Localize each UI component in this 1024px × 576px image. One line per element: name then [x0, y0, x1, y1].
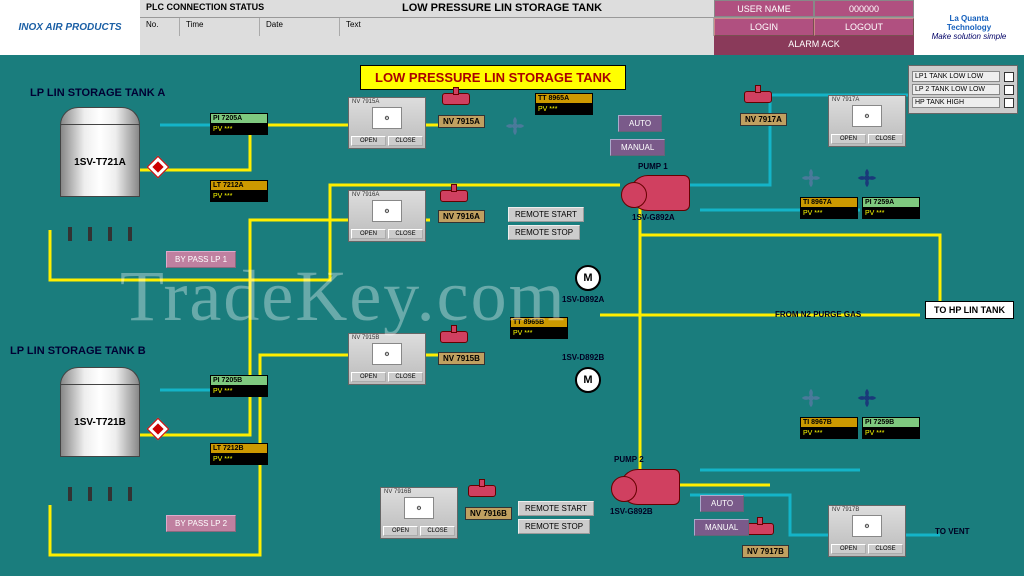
alarm-ack-button[interactable]: ALARM ACK — [714, 36, 914, 55]
bypass-lp1[interactable]: BY PASS LP 1 — [166, 251, 236, 268]
fan-icon-5 — [856, 387, 878, 409]
valve-panel-7917a: NV 7917A⚙ OPENCLOSE — [828, 95, 906, 147]
valve-icon: ⚙ — [372, 107, 402, 129]
alarm-lp2-checkbox[interactable] — [1004, 85, 1014, 95]
pv-pi7205b: PI 7205BPV *** — [210, 375, 268, 397]
alarm-hp-checkbox[interactable] — [1004, 98, 1014, 108]
open-button[interactable]: OPEN — [351, 372, 386, 382]
alarm-hp: HP TANK HIGH — [912, 97, 1000, 108]
nv-7915b: NV 7915B — [438, 352, 485, 365]
pump2-label: PUMP 2 — [614, 455, 644, 464]
plc-status-label: PLC CONNECTION STATUS — [140, 0, 290, 17]
pump-2 — [620, 469, 680, 505]
col-text: Text — [340, 18, 714, 36]
close-button[interactable]: CLOSE — [868, 134, 903, 144]
fan-icon-4 — [800, 387, 822, 409]
close-button[interactable]: CLOSE — [868, 544, 903, 554]
open-button[interactable]: OPEN — [383, 526, 418, 536]
logo-inox: INOX AIR PRODUCTS — [0, 0, 140, 55]
user-name-label: USER NAME — [714, 0, 814, 17]
motor-1: M — [575, 265, 601, 291]
auto-button-1[interactable]: AUTO — [618, 115, 662, 132]
g892b-label: 1SV-G892B — [610, 507, 653, 516]
pump1-label: PUMP 1 — [638, 162, 668, 171]
manual-button-1[interactable]: MANUAL — [610, 139, 665, 156]
alarm-diamond-b — [147, 418, 170, 441]
valve-panel-7915a: NV 7915A⚙ OPENCLOSE — [348, 97, 426, 149]
g892a-label: 1SV-G892A — [632, 213, 675, 222]
bypass-lp2[interactable]: BY PASS LP 2 — [166, 515, 236, 532]
pv-tt8965b: TT 8965BPV *** — [510, 317, 568, 339]
fan-icon-3 — [856, 167, 878, 189]
col-time: Time — [180, 18, 260, 36]
open-button[interactable]: OPEN — [831, 544, 866, 554]
close-button[interactable]: CLOSE — [388, 372, 423, 382]
remote-start-2[interactable]: REMOTE START — [518, 501, 594, 516]
page-title: LOW PRESSURE LIN STORAGE TANK — [290, 0, 714, 17]
fan-icon-2 — [800, 167, 822, 189]
hp-lin-output: TO HP LIN TANK — [925, 301, 1014, 319]
valve-7915a-icon — [442, 93, 470, 111]
close-button[interactable]: CLOSE — [388, 136, 423, 146]
open-button[interactable]: OPEN — [831, 134, 866, 144]
valve-7916a-icon — [440, 190, 468, 208]
close-button[interactable]: CLOSE — [420, 526, 455, 536]
d892a-label: 1SV-D892A — [562, 295, 604, 304]
nv-7917b: NV 7917B — [742, 545, 789, 558]
valve-7915b-icon — [440, 331, 468, 349]
valve-7917b-icon — [746, 523, 774, 541]
user-name-value: 000000 — [814, 0, 914, 17]
valve-7916b-icon — [468, 485, 496, 503]
d892b-label: 1SV-D892B — [562, 353, 604, 362]
col-no: No. — [140, 18, 180, 36]
scada-canvas: LOW PRESSURE LIN STORAGE TANK LP LIN STO… — [0, 55, 1024, 576]
valve-7917a-icon — [744, 91, 772, 109]
nv-7916a: NV 7916A — [438, 210, 485, 223]
pv-pi7205a: PI 7205APV *** — [210, 113, 268, 135]
manual-button-2[interactable]: MANUAL — [694, 519, 749, 536]
logo-laquanta: La Quanta Technology Make solution simpl… — [914, 0, 1024, 55]
close-button[interactable]: CLOSE — [388, 229, 423, 239]
login-button[interactable]: LOGIN — [714, 18, 814, 36]
motor-2: M — [575, 367, 601, 393]
pump-1 — [630, 175, 690, 211]
valve-panel-7916b: NV 7916B⚙ OPENCLOSE — [380, 487, 458, 539]
section-b-label: LP LIN STORAGE TANK B — [10, 345, 146, 357]
plc-bar: PLC CONNECTION STATUS LOW PRESSURE LIN S… — [140, 0, 914, 55]
open-button[interactable]: OPEN — [351, 136, 386, 146]
alarm-diamond-a — [147, 156, 170, 179]
remote-stop-2[interactable]: REMOTE STOP — [518, 519, 590, 534]
nv-7916b: NV 7916B — [465, 507, 512, 520]
header-bar: INOX AIR PRODUCTS PLC CONNECTION STATUS … — [0, 0, 1024, 55]
section-a-label: LP LIN STORAGE TANK A — [30, 87, 165, 99]
tovent-2: TO VENT — [935, 527, 970, 536]
n2-label: FROM N2 PURGE GAS — [775, 310, 861, 319]
nv-7915a: NV 7915A — [438, 115, 485, 128]
valve-panel-7917b: NV 7917B⚙ OPENCLOSE — [828, 505, 906, 557]
alarm-lp2: LP 2 TANK LOW LOW — [912, 84, 1000, 95]
valve-panel-7915b: NV 7915B⚙ OPENCLOSE — [348, 333, 426, 385]
tank-a: 1SV-T721A — [60, 117, 140, 227]
open-button[interactable]: OPEN — [351, 229, 386, 239]
remote-start-1[interactable]: REMOTE START — [508, 207, 584, 222]
valve-panel-7916a: NV 7916A⚙ OPENCLOSE — [348, 190, 426, 242]
remote-stop-1[interactable]: REMOTE STOP — [508, 225, 580, 240]
tank-b: 1SV-T721B — [60, 377, 140, 487]
nv-7917a: NV 7917A — [740, 113, 787, 126]
logout-button[interactable]: LOGOUT — [814, 18, 914, 36]
pv-pi7259a: PI 7259APV *** — [862, 197, 920, 219]
pv-tt8965a: TT 8965APV *** — [535, 93, 593, 115]
col-date: Date — [260, 18, 340, 36]
diagram-title: LOW PRESSURE LIN STORAGE TANK — [360, 65, 626, 90]
pv-lt7212a: LT 7212APV *** — [210, 180, 268, 202]
alarm-lp1-checkbox[interactable] — [1004, 72, 1014, 82]
fan-icon-1 — [504, 115, 526, 137]
pv-pi7259b: PI 7259BPV *** — [862, 417, 920, 439]
pv-ti8967b: TI 8967BPV *** — [800, 417, 858, 439]
auto-button-2[interactable]: AUTO — [700, 495, 744, 512]
alarm-lp1: LP1 TANK LOW LOW — [912, 71, 1000, 82]
pv-ti8967a: TI 8967APV *** — [800, 197, 858, 219]
alarm-panel: LP1 TANK LOW LOW LP 2 TANK LOW LOW HP TA… — [908, 65, 1018, 114]
pv-lt7212b: LT 7212BPV *** — [210, 443, 268, 465]
